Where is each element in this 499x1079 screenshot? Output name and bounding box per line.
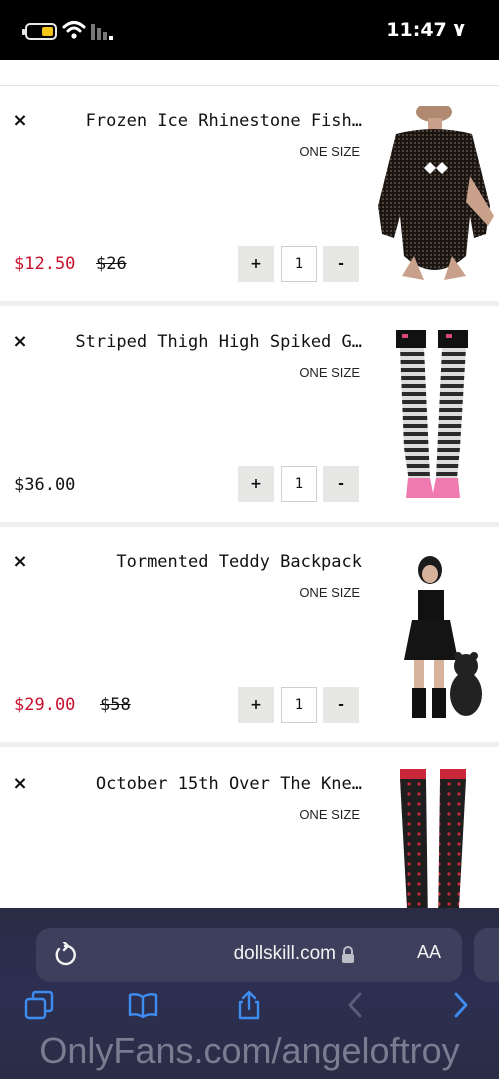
decrease-quantity-button[interactable]: - [323,466,359,502]
product-image[interactable] [374,548,496,722]
url-text[interactable]: dollskill.com [156,943,336,965]
reload-icon[interactable] [52,942,78,968]
product-size: ONE SIZE [299,144,360,159]
back-icon[interactable] [340,990,370,1020]
sale-price: $12.50 [14,254,76,274]
increase-quantity-button[interactable]: + [238,246,274,282]
product-size: ONE SIZE [299,365,360,380]
next-tab-preview[interactable] [474,928,499,982]
remove-item-button[interactable]: × [10,111,30,131]
cellular-signal-icon [91,24,113,40]
original-price: $26 [96,254,127,274]
product-title[interactable]: Tormented Teddy Backpack [62,552,362,572]
address-bar[interactable]: dollskill.com AA [36,928,462,982]
lock-icon [342,946,354,963]
product-title[interactable]: Striped Thigh High Spiked G… [62,332,362,352]
increase-quantity-button[interactable]: + [238,687,274,723]
remove-item-button[interactable]: × [10,774,30,794]
product-image[interactable] [374,769,496,927]
price: $36.00 [14,475,76,495]
text-size-button[interactable]: AA [417,942,441,963]
quantity-field[interactable]: 1 [281,466,317,502]
decrease-quantity-button[interactable]: - [323,246,359,282]
cart-top-divider [0,60,499,86]
cart-item: Striped Thigh High Spiked G… ONE SIZE × … [0,306,499,527]
cart-item: Frozen Ice Rhinestone Fish… ONE SIZE × +… [0,86,499,306]
battery-icon [22,23,57,40]
tabs-icon[interactable] [24,990,54,1020]
increase-quantity-button[interactable]: + [238,466,274,502]
share-icon[interactable] [234,990,264,1020]
forward-icon[interactable] [446,990,476,1020]
bookmarks-icon[interactable] [128,990,158,1020]
remove-item-button[interactable]: × [10,552,30,572]
original-price: $58 [100,695,131,715]
quantity-field[interactable]: 1 [281,687,317,723]
product-title[interactable]: Frozen Ice Rhinestone Fish… [62,111,362,131]
decrease-quantity-button[interactable]: - [323,687,359,723]
product-title[interactable]: October 15th Over The Kne… [62,774,362,794]
product-size: ONE SIZE [299,585,360,600]
watermark: OnlyFans.com/angeloftroy [39,1030,460,1071]
status-bar: 11:47 ٧ [0,0,499,60]
product-image[interactable] [374,328,496,502]
cart-item: October 15th Over The Kne… ONE SIZE × [0,747,499,927]
remove-item-button[interactable]: × [10,332,30,352]
cart-item: Tormented Teddy Backpack ONE SIZE × + 1 … [0,527,499,747]
product-size: ONE SIZE [299,807,360,822]
status-time: 11:47 ٧ [386,19,465,41]
product-image[interactable] [374,106,496,280]
quantity-field[interactable]: 1 [281,246,317,282]
sale-price: $29.00 [14,695,76,715]
wifi-icon [62,21,86,39]
